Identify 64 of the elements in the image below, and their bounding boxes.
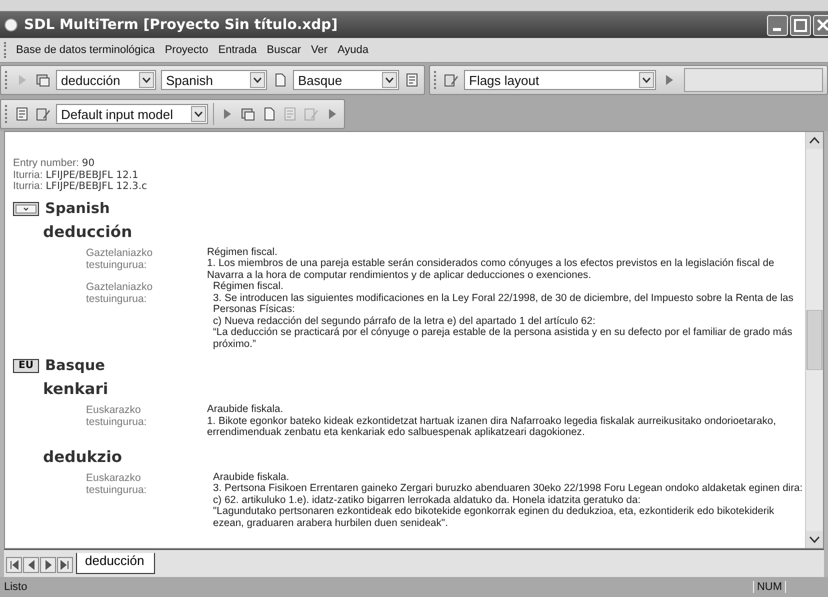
dropdown[interactable]: deducción (56, 70, 156, 90)
term: deducción (43, 222, 132, 240)
caret-icon (382, 72, 397, 88)
previous-page-icon[interactable] (23, 557, 39, 573)
scroll-up-icon[interactable] (806, 132, 823, 149)
scroll-down-icon[interactable] (806, 531, 823, 548)
context-text: 1. Bikote egonkor bateko kideak ezkontidetzat hartuak izanen dira Nafarroako legedia fiskalak aurreikusitako ondorioetarako, errendimenduak zenbatu eta kenkariak edo salbuespenak aplikatzeari dagokionez. (207, 416, 777, 438)
menu-item[interactable]: Base de datos terminológica (12, 42, 159, 58)
language-heading: Basque (45, 360, 106, 372)
caret-icon (191, 106, 206, 122)
context-text: Régimen fiscal. (213, 281, 284, 292)
caret-icon (139, 72, 154, 88)
context-text: Régimen fiscal. (207, 246, 278, 258)
page-icon[interactable] (14, 106, 30, 122)
menu-item[interactable]: Ayuda (334, 42, 373, 58)
menu-item[interactable]: Ver (307, 42, 332, 58)
last-page-icon[interactable] (57, 557, 73, 573)
dropdown[interactable]: Spanish (161, 70, 267, 90)
scroll-thumb[interactable] (806, 310, 823, 370)
field-label: Gaztelaniazko testuingurua: (86, 281, 154, 307)
next-page-icon[interactable] (40, 557, 56, 573)
context-text: c) 62. artikuluko 1.e). idatz-zatiko bigarren lerrokada aldatuko da. Honela idatzita geratuko da: (213, 494, 642, 506)
input-field[interactable] (684, 68, 823, 92)
term: kenkari (43, 380, 108, 398)
window-title: SDL MultiTerm [Proyecto Sin título.xdp] (24, 17, 339, 33)
context-text: 1. Los miembros de una pareja estable serán considerados como cónyuges a los efectos previstos en la legislación fiscal de Navarra a la hora de computar rendimientos y de aplicar deducciones o exenciones. (207, 258, 776, 281)
stack-icon[interactable] (240, 106, 256, 122)
dropdown[interactable]: Flags layout (464, 70, 656, 90)
language-heading: Spanish (45, 202, 110, 214)
field-label: Gaztelaniazko testuingurua: (86, 246, 154, 272)
flag-icon (13, 202, 39, 216)
field-label: Euskarazko testuingurua: (86, 472, 148, 498)
context-text: Araubide fiskala. (207, 404, 284, 416)
app-icon (4, 18, 18, 32)
caret-icon (639, 72, 654, 88)
entry-field: Iturria: LFIJPE/BEBJFL 12.3.c (13, 181, 803, 192)
field-label: Euskarazko testuingurua: (86, 404, 148, 430)
close-icon[interactable] (813, 14, 828, 36)
pencil-page-icon[interactable] (35, 106, 51, 122)
dropdown[interactable]: Basque (293, 70, 399, 90)
menu-item[interactable]: Buscar (262, 42, 306, 58)
num-lock-indicator: NUM (752, 581, 786, 593)
context-text: Araubide fiskala. (213, 472, 290, 483)
context-text: 3. Se introducen las siguientes modificaciones en la Ley Foral 22/1998, de 30 de diciembre, del Impuesto sobre la Renta de las Personas Físicas: (213, 292, 794, 316)
dropdown[interactable]: Default input model (56, 104, 208, 124)
flag-badge: EU (13, 359, 39, 373)
context-text: c) Nueva redacción del segundo párrafo de la letra e) del apartado 1 del artículo 62: (213, 316, 596, 326)
entry-field: Iturria: LFIJPE/BEBJFL 12.1 (13, 170, 803, 181)
entry-field: Entry number: 90 (13, 158, 803, 170)
context-text: "Lagundutako pertsonaren ezkontideak edo bikotekide egonkorrak eginen du dedukzioa, eta, ezkontiderik edo bikotekiderik ezean, graduaren arabera hurbilen duen senideak". (213, 506, 776, 529)
caret-icon (250, 72, 265, 88)
menu-item[interactable]: Proyecto (160, 42, 212, 58)
stack-icon[interactable] (35, 72, 51, 88)
pencil-page-icon[interactable] (443, 72, 459, 88)
menu-item[interactable]: Entrada (214, 42, 261, 58)
maximize-icon[interactable] (790, 14, 811, 36)
context-text: 3. Pertsona Fisikoen Errentaren gaineko Zergari buruzko abenduaren 30eko 22/1998 Foru Legean ondoko aldaketak eginen dira: (213, 483, 803, 494)
page-icon[interactable] (404, 72, 420, 88)
minimize-icon[interactable] (767, 14, 788, 36)
sheet-tab[interactable]: deducción (76, 553, 156, 574)
context-text: “La deducción se practicará por el cónyuge o pareja estable de la persona asistida y en su defecto por el familiar de grado más próximo.” (213, 327, 794, 350)
term: dedukzio (43, 448, 122, 466)
first-page-icon[interactable] (6, 557, 22, 573)
status-text: Listo (4, 581, 28, 593)
